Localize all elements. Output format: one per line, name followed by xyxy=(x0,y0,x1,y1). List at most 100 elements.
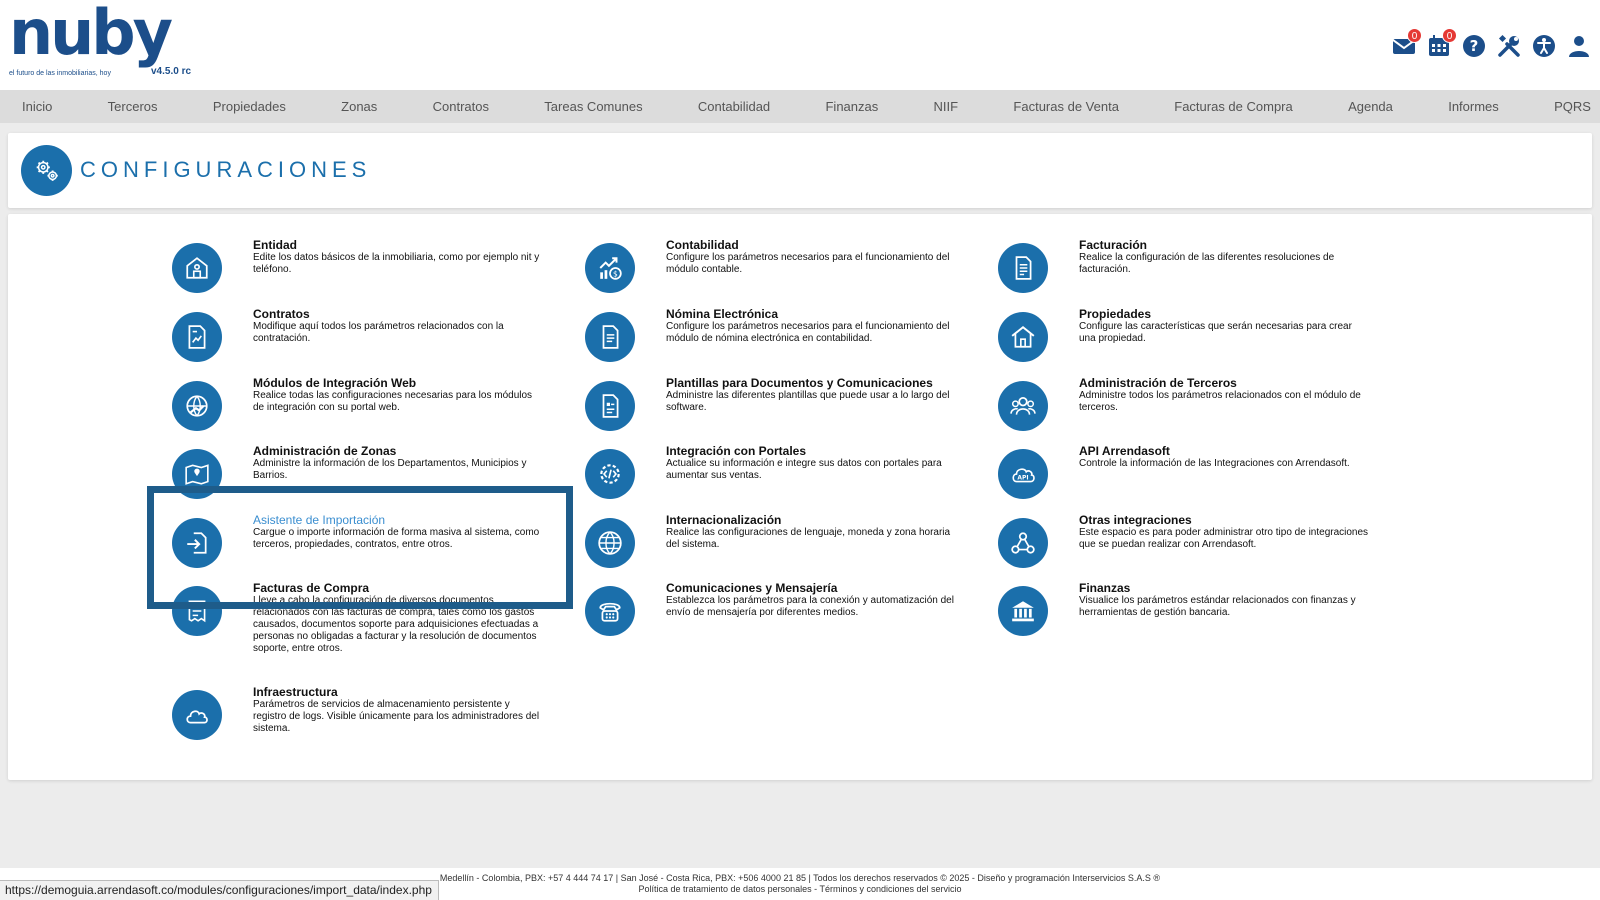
config-item-text: Propiedades Configure las característica… xyxy=(1079,307,1371,345)
config-item-desc: Visualice los parámetros estándar relaci… xyxy=(1079,595,1356,618)
tools-icon[interactable] xyxy=(1494,33,1524,59)
config-item-desc: Administre todos los parámetros relacion… xyxy=(1079,390,1361,413)
nav-informes[interactable]: Informes xyxy=(1448,99,1499,114)
config-item-desc: Cargue o importe información de forma ma… xyxy=(253,527,540,550)
config-item-text: Contabilidad Configure los parámetros ne… xyxy=(666,238,958,276)
page-header-card: CONFIGURACIONES xyxy=(8,133,1592,208)
nav-inicio[interactable]: Inicio xyxy=(22,99,52,114)
calendar-badge: 0 xyxy=(1442,28,1457,43)
config-item-desc: Este espacio es para poder administrar o… xyxy=(1079,527,1369,550)
config-item-title: Plantillas para Documentos y Comunicacio… xyxy=(666,376,933,390)
status-bar-url: https://demoguia.arrendasoft.co/modules/… xyxy=(0,880,439,900)
cloud-icon xyxy=(172,690,222,740)
template-icon xyxy=(585,381,635,431)
help-icon[interactable]: ? xyxy=(1459,33,1489,59)
nav-facturas-compra[interactable]: Facturas de Compra xyxy=(1174,99,1293,114)
header-actions: 0 0 ? xyxy=(1384,28,1594,60)
config-item-text: Plantillas para Documentos y Comunicacio… xyxy=(666,376,958,414)
svg-text:API: API xyxy=(1017,474,1028,481)
webhook-icon xyxy=(998,518,1048,568)
config-item-desc: Administre la información de los Departa… xyxy=(253,458,527,481)
globe-icon xyxy=(585,518,635,568)
config-item-desc: Modifique aquí todos los parámetros rela… xyxy=(253,321,504,344)
config-item-desc: Actualice su información e integre sus d… xyxy=(666,458,942,481)
nav-agenda[interactable]: Agenda xyxy=(1348,99,1393,114)
calendar-icon[interactable]: 0 xyxy=(1424,28,1457,59)
config-item-title: Contabilidad xyxy=(666,238,739,252)
svg-text:$: $ xyxy=(613,270,618,279)
nav-finanzas[interactable]: Finanzas xyxy=(825,99,878,114)
config-item-desc: Realice la configuración de las diferent… xyxy=(1079,252,1335,275)
nuby-logo[interactable]: nuby el futuro de las inmobiliarias, hoy… xyxy=(9,2,199,84)
bank-icon xyxy=(998,586,1048,636)
nav-pqrs[interactable]: PQRS xyxy=(1554,99,1591,114)
config-item-text: Facturas de Compra Lleve a cabo la confi… xyxy=(253,581,545,655)
config-item-text: API Arrendasoft Controle la información … xyxy=(1079,444,1371,470)
config-item-title: Módulos de Integración Web xyxy=(253,376,417,390)
config-item-text: Integración con Portales Actualice su in… xyxy=(666,444,958,482)
config-item-desc: Realice todas las configuraciones necesa… xyxy=(253,390,533,413)
config-item-title: Propiedades xyxy=(1079,307,1152,321)
nav-terceros[interactable]: Terceros xyxy=(108,99,158,114)
top-header: nuby el futuro de las inmobiliarias, hoy… xyxy=(0,0,1600,90)
config-item-text: Otras integraciones Este espacio es para… xyxy=(1079,513,1371,551)
house-icon xyxy=(998,312,1048,362)
config-item-title: Contratos xyxy=(253,307,310,321)
config-item-title: API Arrendasoft xyxy=(1079,444,1170,458)
config-item-desc: Lleve a cabo la configuración de diverso… xyxy=(253,595,539,654)
user-icon[interactable] xyxy=(1564,33,1594,59)
config-item-text: Contratos Modifique aquí todos los parám… xyxy=(253,307,545,345)
nav-propiedades[interactable]: Propiedades xyxy=(213,99,286,114)
nav-tareas-comunes[interactable]: Tareas Comunes xyxy=(544,99,642,114)
config-item-title[interactable]: Asistente de Importación xyxy=(253,513,545,527)
config-item-text: Administración de Zonas Administre la in… xyxy=(253,444,545,482)
config-item-desc: Configure las características que serán … xyxy=(1079,321,1352,344)
logo-tagline: el futuro de las inmobiliarias, hoy xyxy=(9,70,111,77)
config-item-text: Entidad Edite los datos básicos de la in… xyxy=(253,238,545,276)
mail-badge: 0 xyxy=(1407,28,1422,43)
invoice-icon xyxy=(172,586,222,636)
config-item-title: Integración con Portales xyxy=(666,444,807,458)
config-item-desc: Controle la información de las Integraci… xyxy=(1079,458,1350,469)
config-item-title: Facturas de Compra xyxy=(253,581,370,595)
main-nav: Inicio Terceros Propiedades Zonas Contra… xyxy=(0,90,1600,123)
chart-money-icon: $ xyxy=(585,243,635,293)
svg-text:?: ? xyxy=(1470,37,1479,55)
config-item-title: Finanzas xyxy=(1079,581,1131,595)
config-item-title: Administración de Zonas xyxy=(253,444,397,458)
config-item-text: Infraestructura Parámetros de servicios … xyxy=(253,685,545,735)
config-item-desc: Realice las configuraciones de lenguaje,… xyxy=(666,527,951,550)
version-label: v4.5.0 rc xyxy=(151,66,192,77)
accessibility-icon[interactable] xyxy=(1529,33,1559,59)
config-item-desc: Configure los parámetros necesarios para… xyxy=(666,321,950,344)
nav-contratos[interactable]: Contratos xyxy=(433,99,489,114)
page-title: CONFIGURACIONES xyxy=(80,157,372,182)
map-icon xyxy=(172,449,222,499)
config-item-desc: Parámetros de servicios de almacenamient… xyxy=(253,699,540,734)
import-icon xyxy=(172,518,222,568)
nav-facturas-venta[interactable]: Facturas de Venta xyxy=(1013,99,1119,114)
config-item-title: Entidad xyxy=(253,238,297,252)
nav-contabilidad[interactable]: Contabilidad xyxy=(698,99,770,114)
api-cloud-icon: API xyxy=(998,449,1048,499)
building-icon xyxy=(172,243,222,293)
nav-niif[interactable]: NIIF xyxy=(934,99,959,114)
config-item-text: Módulos de Integración Web Realice todas… xyxy=(253,376,545,414)
contract-icon xyxy=(172,312,222,362)
mail-icon[interactable]: 0 xyxy=(1389,28,1422,59)
config-item-text: Nómina Electrónica Configure los parámet… xyxy=(666,307,958,345)
logo-wordmark: nuby xyxy=(9,0,173,69)
config-item-title: Otras integraciones xyxy=(1079,513,1192,527)
config-item-title: Comunicaciones y Mensajería xyxy=(666,581,838,595)
gears-icon xyxy=(21,145,72,196)
config-item-text: Asistente de Importación Cargue o import… xyxy=(253,513,545,551)
config-item-text: Administración de Terceros Administre to… xyxy=(1079,376,1371,414)
config-panel: Entidad Edite los datos básicos de la in… xyxy=(8,214,1592,780)
config-item-title: Infraestructura xyxy=(253,685,338,699)
code-gear-icon xyxy=(585,449,635,499)
globe-hand-icon xyxy=(172,381,222,431)
nav-zonas[interactable]: Zonas xyxy=(341,99,377,114)
users-icon xyxy=(998,381,1048,431)
config-item-title: Internacionalización xyxy=(666,513,782,527)
config-item-text: Facturación Realice la configuración de … xyxy=(1079,238,1371,276)
